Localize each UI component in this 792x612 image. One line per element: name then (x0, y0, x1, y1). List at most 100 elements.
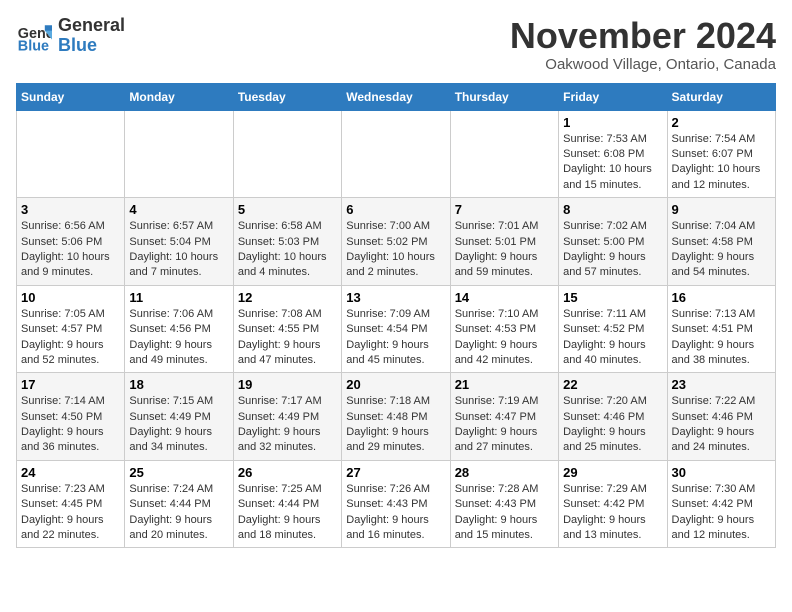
day-cell: 5Sunrise: 6:58 AM Sunset: 5:03 PM Daylig… (233, 198, 341, 286)
day-info: Sunrise: 7:20 AM Sunset: 4:46 PM Dayligh… (563, 394, 662, 456)
day-info: Sunrise: 7:19 AM Sunset: 4:47 PM Dayligh… (455, 394, 554, 456)
logo-text: General Blue (58, 16, 125, 56)
day-info: Sunrise: 7:18 AM Sunset: 4:48 PM Dayligh… (346, 394, 445, 456)
day-number: 29 (563, 465, 662, 480)
day-number: 16 (672, 290, 771, 305)
day-number: 2 (672, 115, 771, 130)
day-cell: 18 Sunrise: 7:15 AM Sunset: 4:49 PM Dayli… (125, 373, 233, 461)
day-info: Sunrise: 7:02 AM Sunset: 5:00 PM Dayligh… (563, 219, 662, 281)
day-cell: 9 Sunrise: 7:04 AM Sunset: 4:58 PM Daylig… (667, 198, 775, 286)
day-number: 10 (21, 290, 120, 305)
day-number: 21 (455, 377, 554, 392)
day-cell (450, 110, 558, 198)
day-info: Sunrise: 7:30 AM Sunset: 4:42 PM Dayligh… (672, 482, 771, 544)
day-number: 28 (455, 465, 554, 480)
day-info: Sunrise: 7:11 AM Sunset: 4:52 PM Dayligh… (563, 307, 662, 369)
day-info: Sunrise: 7:01 AM Sunset: 5:01 PM Dayligh… (455, 219, 554, 281)
day-cell: 7 Sunrise: 7:01 AM Sunset: 5:01 PM Daylig… (450, 198, 558, 286)
day-number: 20 (346, 377, 445, 392)
day-number: 14 (455, 290, 554, 305)
week-row-1: 3 Sunrise: 6:56 AM Sunset: 5:06 PM Daylig… (17, 198, 776, 286)
day-number: 26 (238, 465, 337, 480)
day-cell: 3 Sunrise: 6:56 AM Sunset: 5:06 PM Daylig… (17, 198, 125, 286)
day-info: Sunrise: 7:00 AM Sunset: 5:02 PM Dayligh… (346, 219, 445, 281)
day-info: Sunrise: 7:53 AM Sunset: 6:08 PM Dayligh… (563, 132, 662, 194)
day-info: Sunrise: 7:22 AM Sunset: 4:46 PM Dayligh… (672, 394, 771, 456)
day-number: 15 (563, 290, 662, 305)
header-row: SundayMondayTuesdayWednesdayThursdayFrid… (17, 83, 776, 110)
day-cell (233, 110, 341, 198)
day-info: Sunrise: 7:25 AM Sunset: 4:44 PM Dayligh… (238, 482, 337, 544)
day-number: 17 (21, 377, 120, 392)
day-cell: 28Sunrise: 7:28 AM Sunset: 4:43 PM Dayli… (450, 460, 558, 548)
week-row-4: 24 Sunrise: 7:23 AM Sunset: 4:45 PM Dayli… (17, 460, 776, 548)
day-cell: 14 Sunrise: 7:10 AM Sunset: 4:53 PM Dayli… (450, 285, 558, 373)
day-number: 27 (346, 465, 445, 480)
day-cell: 4 Sunrise: 6:57 AM Sunset: 5:04 PM Daylig… (125, 198, 233, 286)
day-info: Sunrise: 7:13 AM Sunset: 4:51 PM Dayligh… (672, 307, 771, 369)
day-info: Sunrise: 7:04 AM Sunset: 4:58 PM Dayligh… (672, 219, 771, 281)
header-cell-monday: Monday (125, 83, 233, 110)
day-cell: 12 Sunrise: 7:08 AM Sunset: 4:55 PM Dayli… (233, 285, 341, 373)
header-cell-sunday: Sunday (17, 83, 125, 110)
day-info: Sunrise: 7:26 AM Sunset: 4:43 PM Dayligh… (346, 482, 445, 544)
location: Oakwood Village, Ontario, Canada (510, 56, 776, 73)
header-cell-wednesday: Wednesday (342, 83, 450, 110)
day-info: Sunrise: 7:23 AM Sunset: 4:45 PM Dayligh… (21, 482, 120, 544)
day-info: Sunrise: 7:17 AM Sunset: 4:49 PM Dayligh… (238, 394, 337, 456)
day-number: 7 (455, 202, 554, 217)
day-cell: 25Sunrise: 7:24 AM Sunset: 4:44 PM Dayli… (125, 460, 233, 548)
day-cell: 16 Sunrise: 7:13 AM Sunset: 4:51 PM Dayli… (667, 285, 775, 373)
day-info: Sunrise: 7:29 AM Sunset: 4:42 PM Dayligh… (563, 482, 662, 544)
header-cell-saturday: Saturday (667, 83, 775, 110)
header-cell-thursday: Thursday (450, 83, 558, 110)
week-row-3: 17 Sunrise: 7:14 AM Sunset: 4:50 PM Dayli… (17, 373, 776, 461)
logo: General Blue General Blue (16, 16, 125, 56)
day-cell: 24 Sunrise: 7:23 AM Sunset: 4:45 PM Dayli… (17, 460, 125, 548)
day-cell (342, 110, 450, 198)
day-cell: 17 Sunrise: 7:14 AM Sunset: 4:50 PM Dayli… (17, 373, 125, 461)
day-cell: 26 Sunrise: 7:25 AM Sunset: 4:44 PM Dayli… (233, 460, 341, 548)
day-cell: 19 Sunrise: 7:17 AM Sunset: 4:49 PM Dayli… (233, 373, 341, 461)
day-info: Sunrise: 7:05 AM Sunset: 4:57 PM Dayligh… (21, 307, 120, 369)
day-cell: 30 Sunrise: 7:30 AM Sunset: 4:42 PM Dayli… (667, 460, 775, 548)
week-row-2: 10 Sunrise: 7:05 AM Sunset: 4:57 PM Dayli… (17, 285, 776, 373)
day-cell: 13 Sunrise: 7:09 AM Sunset: 4:54 PM Dayli… (342, 285, 450, 373)
calendar-table: SundayMondayTuesdayWednesdayThursdayFrid… (16, 83, 776, 549)
week-row-0: 1 Sunrise: 7:53 AM Sunset: 6:08 PM Daylig… (17, 110, 776, 198)
day-number: 11 (129, 290, 228, 305)
header-cell-friday: Friday (559, 83, 667, 110)
day-cell: 15 Sunrise: 7:11 AM Sunset: 4:52 PM Dayli… (559, 285, 667, 373)
header-cell-tuesday: Tuesday (233, 83, 341, 110)
logo-icon: General Blue (16, 18, 52, 54)
day-cell: 11Sunrise: 7:06 AM Sunset: 4:56 PM Dayli… (125, 285, 233, 373)
day-number: 24 (21, 465, 120, 480)
day-info: Sunrise: 6:56 AM Sunset: 5:06 PM Dayligh… (21, 219, 120, 281)
day-cell: 29 Sunrise: 7:29 AM Sunset: 4:42 PM Dayli… (559, 460, 667, 548)
month-title: November 2024 (510, 16, 776, 56)
day-number: 3 (21, 202, 120, 217)
day-cell: 8Sunrise: 7:02 AM Sunset: 5:00 PM Daylig… (559, 198, 667, 286)
day-number: 19 (238, 377, 337, 392)
day-info: Sunrise: 7:10 AM Sunset: 4:53 PM Dayligh… (455, 307, 554, 369)
day-info: Sunrise: 7:14 AM Sunset: 4:50 PM Dayligh… (21, 394, 120, 456)
day-info: Sunrise: 7:08 AM Sunset: 4:55 PM Dayligh… (238, 307, 337, 369)
title-block: November 2024 Oakwood Village, Ontario, … (510, 16, 776, 73)
day-number: 18 (129, 377, 228, 392)
page-header: General Blue General Blue November 2024 … (16, 16, 776, 73)
day-number: 5 (238, 202, 337, 217)
day-number: 6 (346, 202, 445, 217)
day-info: Sunrise: 7:15 AM Sunset: 4:49 PM Dayligh… (129, 394, 228, 456)
day-number: 1 (563, 115, 662, 130)
day-number: 13 (346, 290, 445, 305)
day-number: 12 (238, 290, 337, 305)
day-cell: 1 Sunrise: 7:53 AM Sunset: 6:08 PM Daylig… (559, 110, 667, 198)
day-info: Sunrise: 6:57 AM Sunset: 5:04 PM Dayligh… (129, 219, 228, 281)
day-number: 4 (129, 202, 228, 217)
day-info: Sunrise: 7:09 AM Sunset: 4:54 PM Dayligh… (346, 307, 445, 369)
day-number: 9 (672, 202, 771, 217)
day-cell: 21 Sunrise: 7:19 AM Sunset: 4:47 PM Dayli… (450, 373, 558, 461)
day-cell: 22 Sunrise: 7:20 AM Sunset: 4:46 PM Dayli… (559, 373, 667, 461)
day-number: 30 (672, 465, 771, 480)
day-number: 22 (563, 377, 662, 392)
